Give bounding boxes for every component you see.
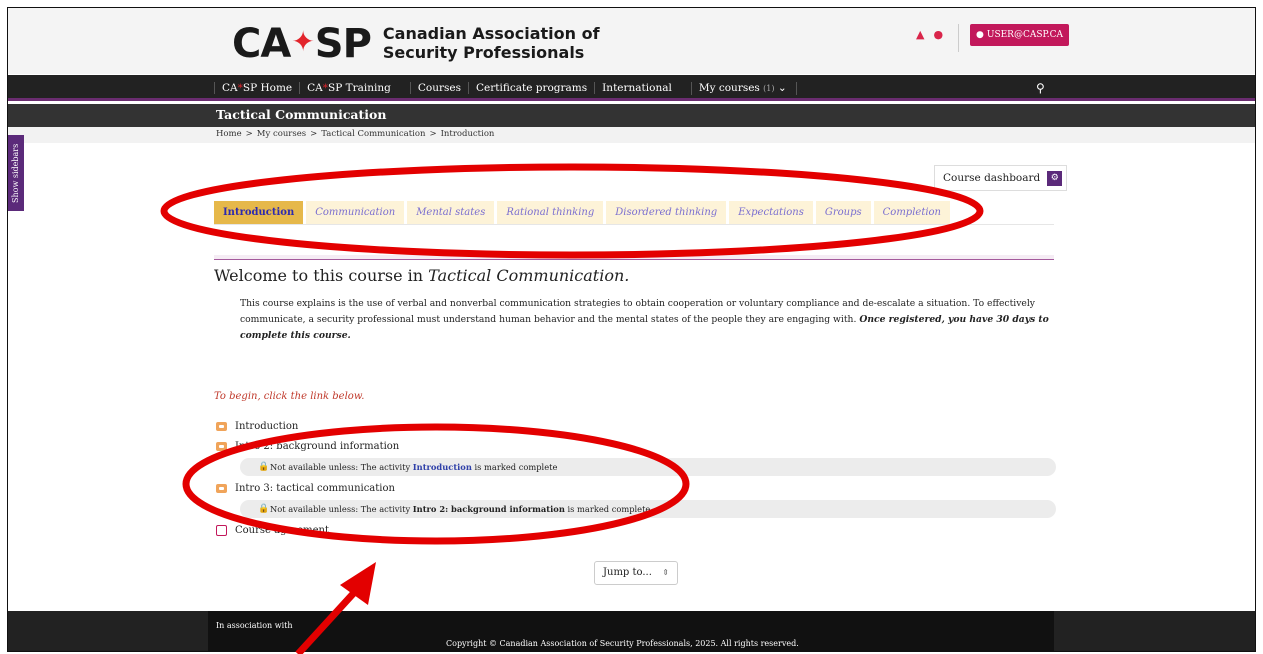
tab-groups[interactable]: Groups (815, 201, 871, 224)
breadcrumb: Home > My courses > Tactical Communicati… (8, 127, 1255, 143)
activity-introduction[interactable]: Introduction (216, 418, 1056, 434)
nav-item-courses[interactable]: Courses (409, 82, 468, 94)
nav-menu: CA*SP Home CA*SP Training Courses Certif… (214, 75, 797, 101)
page-icon (216, 441, 227, 451)
breadcrumb-current: Introduction (440, 129, 495, 139)
tab-rational-thinking[interactable]: Rational thinking (497, 201, 604, 224)
course-dashboard-button[interactable]: Course dashboard ⚙ (934, 165, 1068, 191)
section-tabs: Introduction Communication Mental states… (214, 201, 953, 224)
tab-mental-states[interactable]: Mental states (407, 201, 495, 224)
restriction-notice: 🔒 Not available unless: The activity Intr… (240, 500, 1056, 518)
activity-intro-3: Intro 3: tactical communication (216, 480, 1056, 496)
main-navbar: CA*SP Home CA*SP Training Courses Certif… (8, 75, 1255, 101)
divider (958, 24, 959, 52)
chevron-down-icon: ⌄ (777, 81, 787, 94)
nav-item-certificate-programs[interactable]: Certificate programs (467, 82, 594, 94)
gear-icon[interactable]: ⚙ (1047, 171, 1063, 186)
search-icon[interactable]: ⚲ (1036, 81, 1045, 95)
show-sidebars-button[interactable]: Show sidebars (8, 135, 24, 211)
begin-prompt: To begin, click the link below. (214, 391, 365, 402)
tab-disordered-thinking[interactable]: Disordered thinking (606, 201, 727, 224)
activity-list: Introduction Intro 2: background informa… (216, 418, 1056, 542)
browser-frame: CA✦SP Canadian Association of Security P… (7, 7, 1256, 652)
tab-communication[interactable]: Communication (306, 201, 405, 224)
bell-icon[interactable]: ▲ (916, 28, 924, 41)
nav-item-my-courses[interactable]: My courses (1) ⌄ (690, 81, 797, 95)
logo-text: Canadian Association of Security Profess… (382, 24, 600, 62)
nav-item-casp-training[interactable]: CA*SP Training (299, 82, 398, 94)
site-header: CA✦SP Canadian Association of Security P… (8, 8, 1255, 74)
tab-expectations[interactable]: Expectations (729, 201, 813, 224)
site-footer: In association with Copyright © Canadian… (8, 611, 1255, 651)
restriction-notice: 🔒 Not available unless: The activity Intr… (240, 458, 1056, 476)
course-title: Tactical Communication (216, 107, 387, 122)
nav-item-casp-home[interactable]: CA*SP Home (214, 82, 299, 94)
nav-item-international[interactable]: International (594, 82, 679, 94)
divider (214, 224, 1054, 225)
user-menu-button[interactable]: ● USER@CASP.CA (970, 24, 1069, 46)
activity-course-agreement: Course agreement (216, 522, 1056, 538)
tab-introduction[interactable]: Introduction (214, 201, 304, 224)
lock-icon: 🔒 (258, 504, 270, 514)
jump-to-select[interactable]: Jump to... ⇕ (594, 561, 678, 585)
book-icon (216, 524, 227, 536)
page-icon (216, 483, 227, 493)
chat-icon[interactable]: ● (933, 28, 943, 41)
maple-leaf-icon: ✦ (291, 25, 314, 58)
breadcrumb-home[interactable]: Home (216, 129, 242, 139)
breadcrumb-course[interactable]: Tactical Communication (321, 129, 425, 139)
chevron-updown-icon: ⇕ (662, 568, 669, 577)
site-logo[interactable]: CA✦SP Canadian Association of Security P… (232, 22, 600, 64)
lock-icon: 🔒 (258, 462, 270, 472)
header-icons: ▲ ● (916, 28, 943, 41)
footer-copyright: Copyright © Canadian Association of Secu… (446, 639, 799, 648)
welcome-heading: Welcome to this course in Tactical Commu… (214, 266, 630, 285)
logo-mark: CA✦SP (232, 21, 372, 67)
tab-completion[interactable]: Completion (873, 201, 950, 224)
course-description: This course explains is the use of verba… (240, 298, 1049, 341)
breadcrumb-my-courses[interactable]: My courses (257, 129, 306, 139)
activity-intro-2: Intro 2: background information (216, 438, 1056, 454)
footer-association: In association with (216, 621, 293, 630)
page-icon (216, 421, 227, 431)
user-icon: ● (976, 30, 984, 40)
course-header: Tactical Communication (8, 104, 1255, 127)
section-divider (214, 255, 1054, 260)
restriction-link[interactable]: Introduction (413, 462, 472, 472)
